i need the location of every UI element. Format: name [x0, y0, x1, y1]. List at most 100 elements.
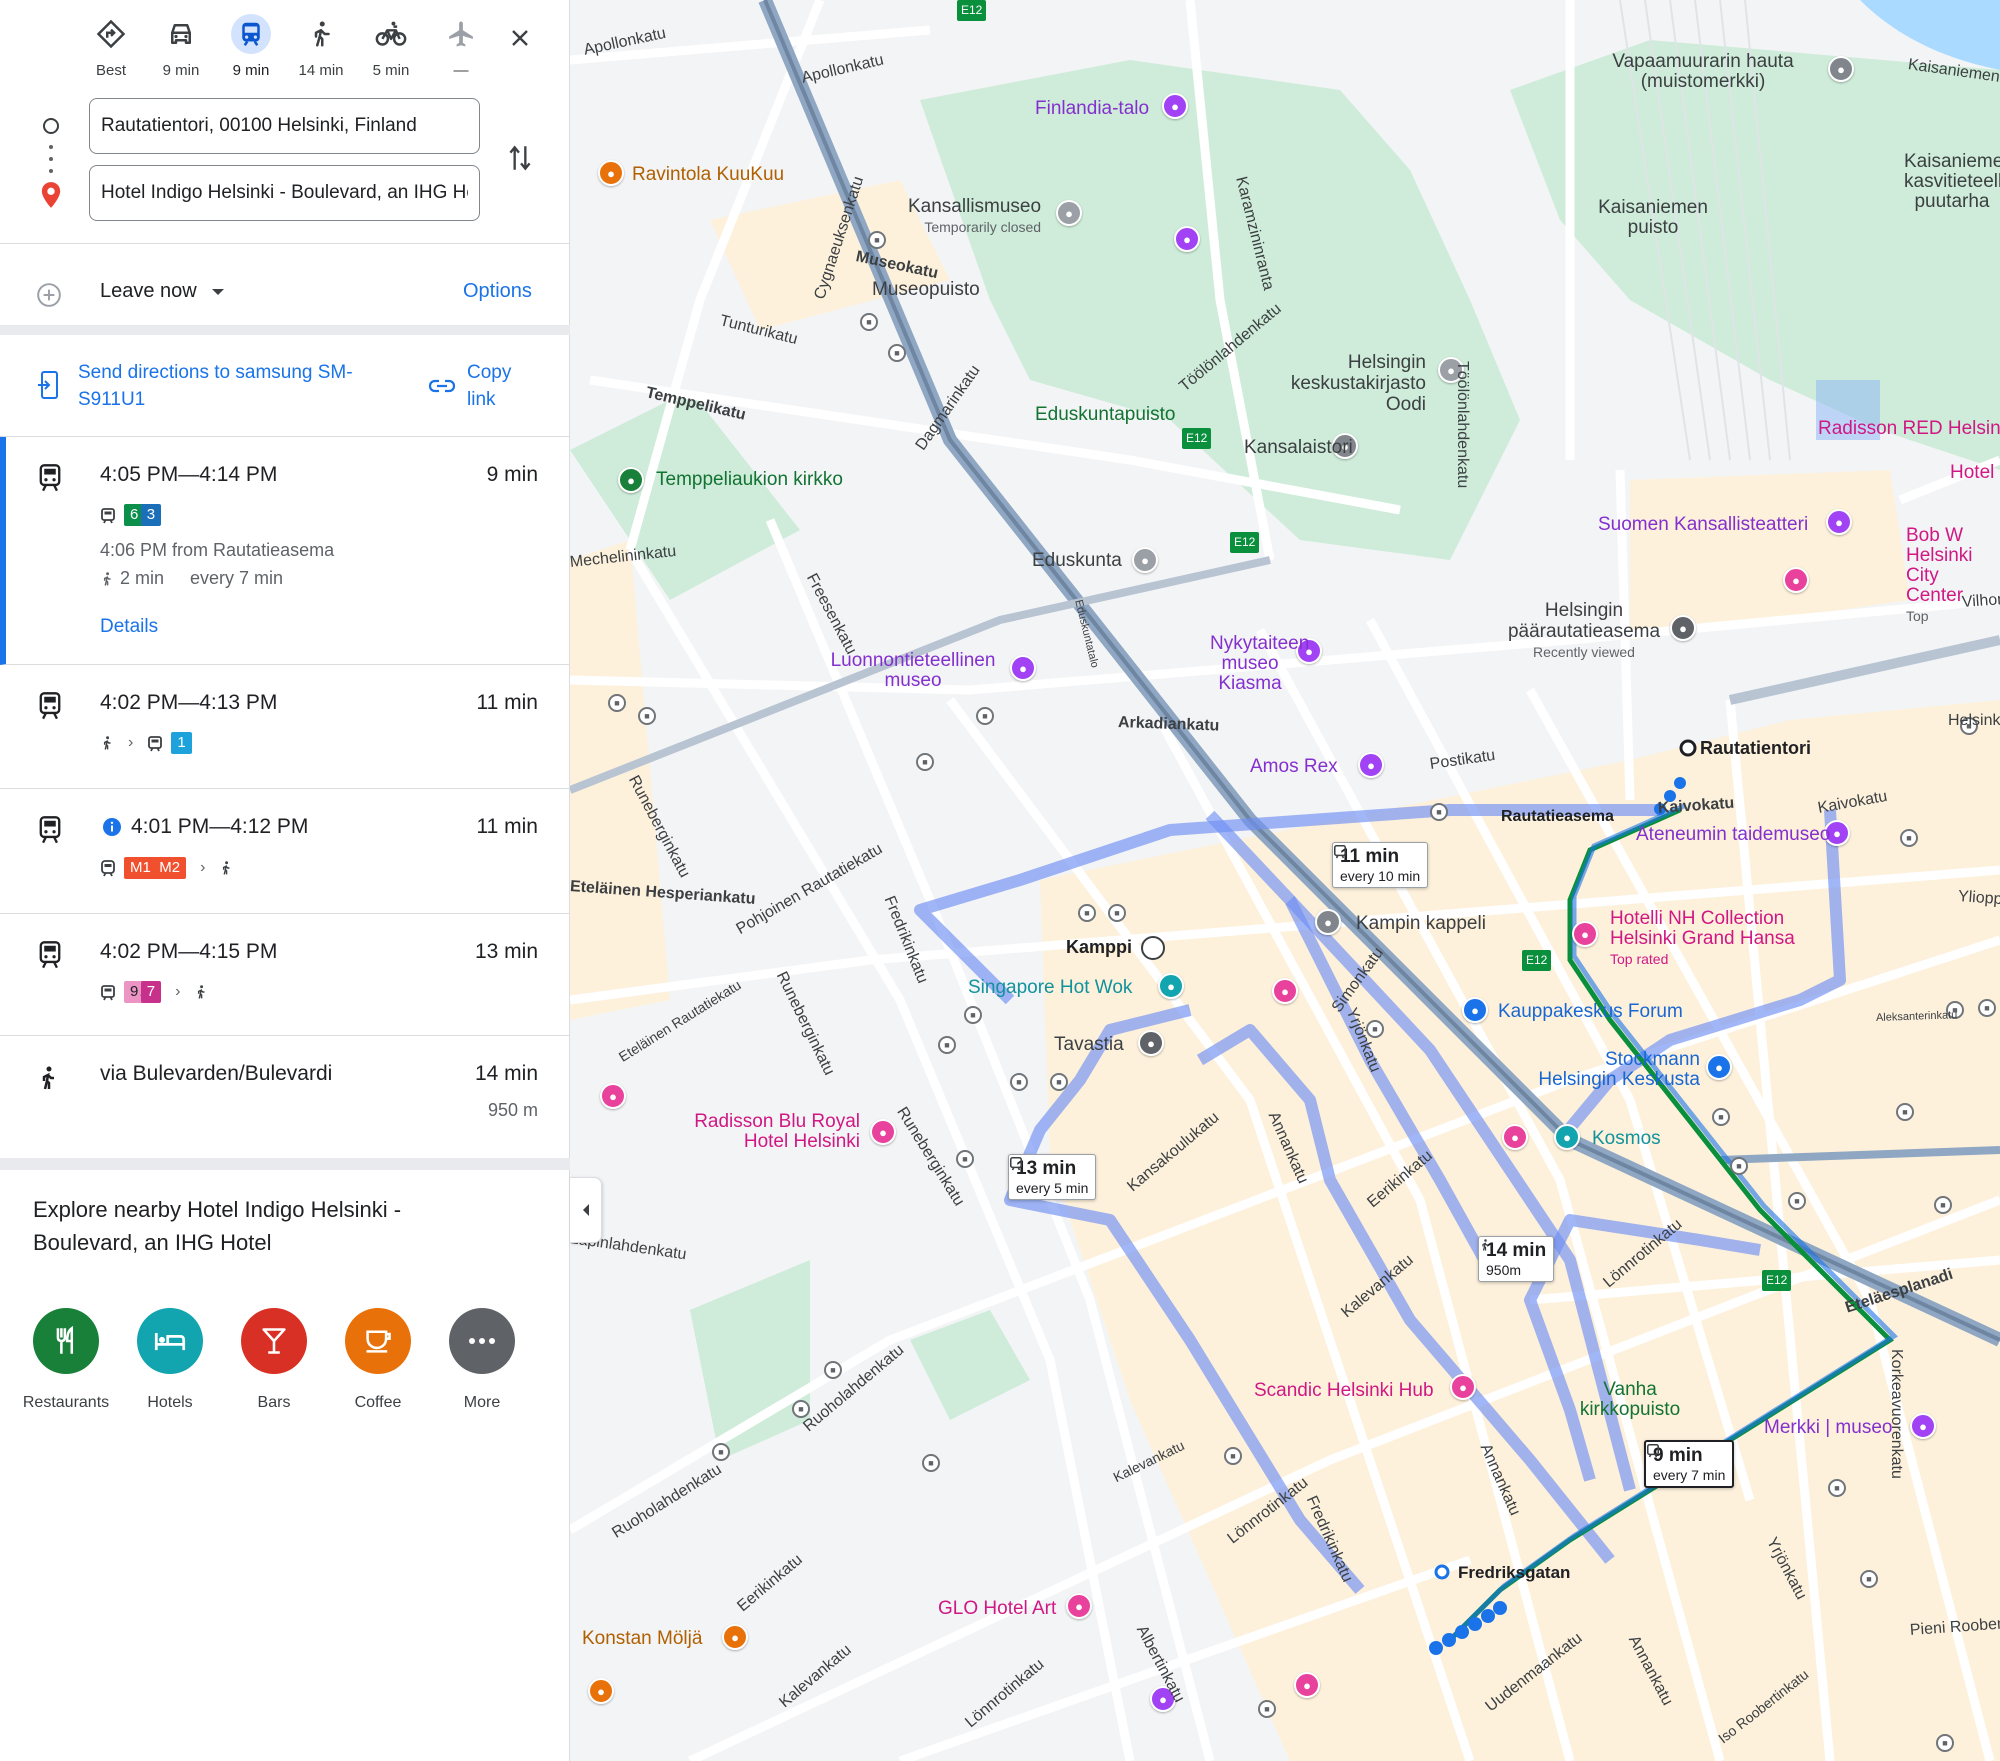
bus-stop-icon[interactable]: ■: [1050, 1073, 1068, 1091]
origin-label[interactable]: Rautatientori: [1700, 738, 1811, 759]
tram-stop-icon[interactable]: ■: [868, 231, 886, 249]
close-directions-button[interactable]: [500, 18, 540, 58]
museum-pin-icon[interactable]: ●: [1010, 655, 1036, 681]
route-time-tip-selected[interactable]: 9 min every 7 min: [1644, 1440, 1735, 1488]
bus-stop-icon[interactable]: ■: [1010, 1073, 1028, 1091]
poi-label[interactable]: GLO Hotel Art: [938, 1598, 1056, 1619]
poi-label[interactable]: Merkki | museo: [1764, 1417, 1892, 1438]
poi-label[interactable]: Konstan Möljä: [582, 1628, 702, 1649]
bus-stop-icon[interactable]: ■: [712, 1443, 730, 1461]
bus-stop-icon[interactable]: ■: [922, 1454, 940, 1472]
restaurant-pin-icon[interactable]: ●: [588, 1678, 614, 1704]
poi-label[interactable]: Tavastia: [1054, 1034, 1124, 1055]
route-time-tip[interactable]: 14 min 950m: [1478, 1236, 1555, 1282]
chapel-pin-icon[interactable]: ●: [1315, 909, 1341, 935]
venue-pin-icon[interactable]: ●: [1138, 1030, 1164, 1056]
poi-label[interactable]: Ateneumin taidemuseo: [1636, 824, 1830, 845]
bus-stop-icon[interactable]: ■: [976, 707, 994, 725]
leave-now-dropdown[interactable]: Leave now: [100, 280, 225, 303]
mode-walk[interactable]: 14 min: [286, 14, 356, 79]
poi-label[interactable]: Kauppakeskus Forum: [1498, 1001, 1683, 1022]
mode-flight[interactable]: —: [426, 14, 496, 79]
category-restaurants[interactable]: Restaurants: [23, 1308, 109, 1412]
hotel-pin-icon[interactable]: ●: [1502, 1124, 1528, 1150]
poi-label[interactable]: Helsingin keskustakirjasto Oodi: [1246, 352, 1426, 415]
landmark-pin-icon[interactable]: ●: [1174, 226, 1200, 252]
bus-stop-icon[interactable]: ■: [608, 694, 626, 712]
train-station-pin-icon[interactable]: ●: [1670, 615, 1696, 641]
shopping-pin-icon[interactable]: ●: [1706, 1054, 1732, 1080]
monument-pin-icon[interactable]: ●: [1828, 56, 1854, 82]
details-link[interactable]: Details: [100, 616, 158, 638]
destination-input[interactable]: [89, 165, 480, 221]
category-coffee[interactable]: Coffee: [342, 1308, 414, 1412]
shopping-pin-icon[interactable]: ●: [1462, 997, 1488, 1023]
museum-pin-icon[interactable]: ●: [1056, 200, 1082, 226]
restaurant-pin-icon[interactable]: ●: [1158, 973, 1184, 999]
bus-stop-icon[interactable]: ■: [638, 707, 656, 725]
destination-stop-label[interactable]: Fredriksgatan: [1458, 1562, 1570, 1583]
hotel-pin-icon[interactable]: ●: [1783, 567, 1809, 593]
poi-label[interactable]: Finlandia-talo: [1035, 98, 1149, 119]
tram-stop-icon[interactable]: ■: [1712, 1108, 1730, 1126]
hotel-pin-icon[interactable]: ●: [1450, 1374, 1476, 1400]
mode-bike[interactable]: 5 min: [356, 14, 426, 79]
poi-label[interactable]: Scandic Helsinki Hub: [1254, 1380, 1434, 1401]
info-icon[interactable]: [102, 817, 122, 837]
tram-stop-icon[interactable]: ■: [888, 344, 906, 362]
museum-pin-icon[interactable]: ●: [1910, 1413, 1936, 1439]
restaurant-pin-icon[interactable]: ●: [598, 160, 624, 186]
landmark-pin-icon[interactable]: ●: [1162, 93, 1188, 119]
tram-stop-icon[interactable]: ■: [1934, 1196, 1952, 1214]
museum-pin-icon[interactable]: ●: [1358, 752, 1384, 778]
bus-stop-icon[interactable]: ■: [916, 753, 934, 771]
poi-label[interactable]: Radisson Blu Royal Hotel Helsinki: [680, 1112, 860, 1152]
bus-stop-icon[interactable]: ■: [824, 1361, 842, 1379]
tram-stop-icon[interactable]: ■: [1936, 1734, 1954, 1752]
tram-stop-icon[interactable]: ■: [1896, 1103, 1914, 1121]
tram-stop-icon[interactable]: ■: [1730, 1157, 1748, 1175]
swap-waypoints-button[interactable]: [502, 138, 538, 178]
hotel-pin-icon[interactable]: ●: [870, 1119, 896, 1145]
tram-stop-icon[interactable]: ■: [1900, 829, 1918, 847]
poi-label[interactable]: Stockmann Helsingin Keskusta: [1530, 1050, 1700, 1090]
bus-stop-icon[interactable]: ■: [1258, 1700, 1276, 1718]
hotel-pin-icon[interactable]: ●: [1272, 978, 1298, 1004]
add-stop-icon[interactable]: [36, 282, 62, 308]
poi-label[interactable]: Luonnontieteellinen museo: [828, 651, 998, 691]
route-time-tip[interactable]: 11 min every 10 min: [1332, 842, 1429, 888]
government-pin-icon[interactable]: ●: [1132, 547, 1158, 573]
copy-link-button[interactable]: Copy link: [467, 359, 537, 413]
hotel-pin-icon[interactable]: ●: [600, 1083, 626, 1109]
route-option-1[interactable]: 4:05 PM—4:14 PM 9 min 6/3 4:06 PM from R…: [0, 437, 570, 665]
origin-input[interactable]: [89, 98, 480, 154]
tram-stop-icon[interactable]: ■: [1978, 999, 1996, 1017]
poi-label[interactable]: Hotelli NH Collection Helsinki Grand Han…: [1610, 909, 1810, 969]
poi-label[interactable]: Kansallismuseo Temporarily closed: [908, 196, 1041, 238]
metro-station-label[interactable]: Kamppi: [1066, 937, 1132, 958]
options-button[interactable]: Options: [463, 280, 532, 303]
poi-label[interactable]: Helsingin päärautatieasema Recently view…: [1500, 600, 1668, 663]
bus-stop-icon[interactable]: ■: [964, 1006, 982, 1024]
poi-label[interactable]: Ravintola KuuKuu: [632, 164, 784, 185]
poi-label[interactable]: Eduskunta: [1032, 550, 1122, 571]
poi-label[interactable]: Temppeliaukion kirkko: [656, 469, 843, 490]
restaurant-pin-icon[interactable]: ●: [722, 1624, 748, 1650]
bus-stop-icon[interactable]: ■: [1108, 904, 1126, 922]
category-more[interactable]: More: [446, 1308, 518, 1412]
tram-stop-icon[interactable]: ■: [1828, 1479, 1846, 1497]
poi-label[interactable]: Amos Rex: [1250, 756, 1338, 777]
route-option-2[interactable]: 4:02 PM—4:13 PM 11 min › 1: [0, 665, 570, 789]
mode-transit[interactable]: 9 min: [216, 14, 286, 79]
category-hotels[interactable]: Hotels: [134, 1308, 206, 1412]
poi-label[interactable]: Singapore Hot Wok: [968, 977, 1132, 998]
mode-best[interactable]: Best: [76, 14, 146, 79]
poi-label[interactable]: Vapaamuurarin hauta (muistomerkki): [1588, 52, 1818, 92]
tram-stop-icon[interactable]: ■: [1430, 803, 1448, 821]
poi-label[interactable]: Hotel: [1950, 462, 1994, 483]
tram-stop-icon[interactable]: ■: [860, 313, 878, 331]
route-option-4[interactable]: 4:02 PM—4:15 PM 13 min 9/7 ›: [0, 914, 570, 1036]
route-time-tip[interactable]: 13 min every 5 min: [1008, 1154, 1097, 1200]
poi-label[interactable]: Kansalaistori: [1244, 437, 1353, 458]
tram-stop-icon[interactable]: ■: [1860, 1570, 1878, 1588]
